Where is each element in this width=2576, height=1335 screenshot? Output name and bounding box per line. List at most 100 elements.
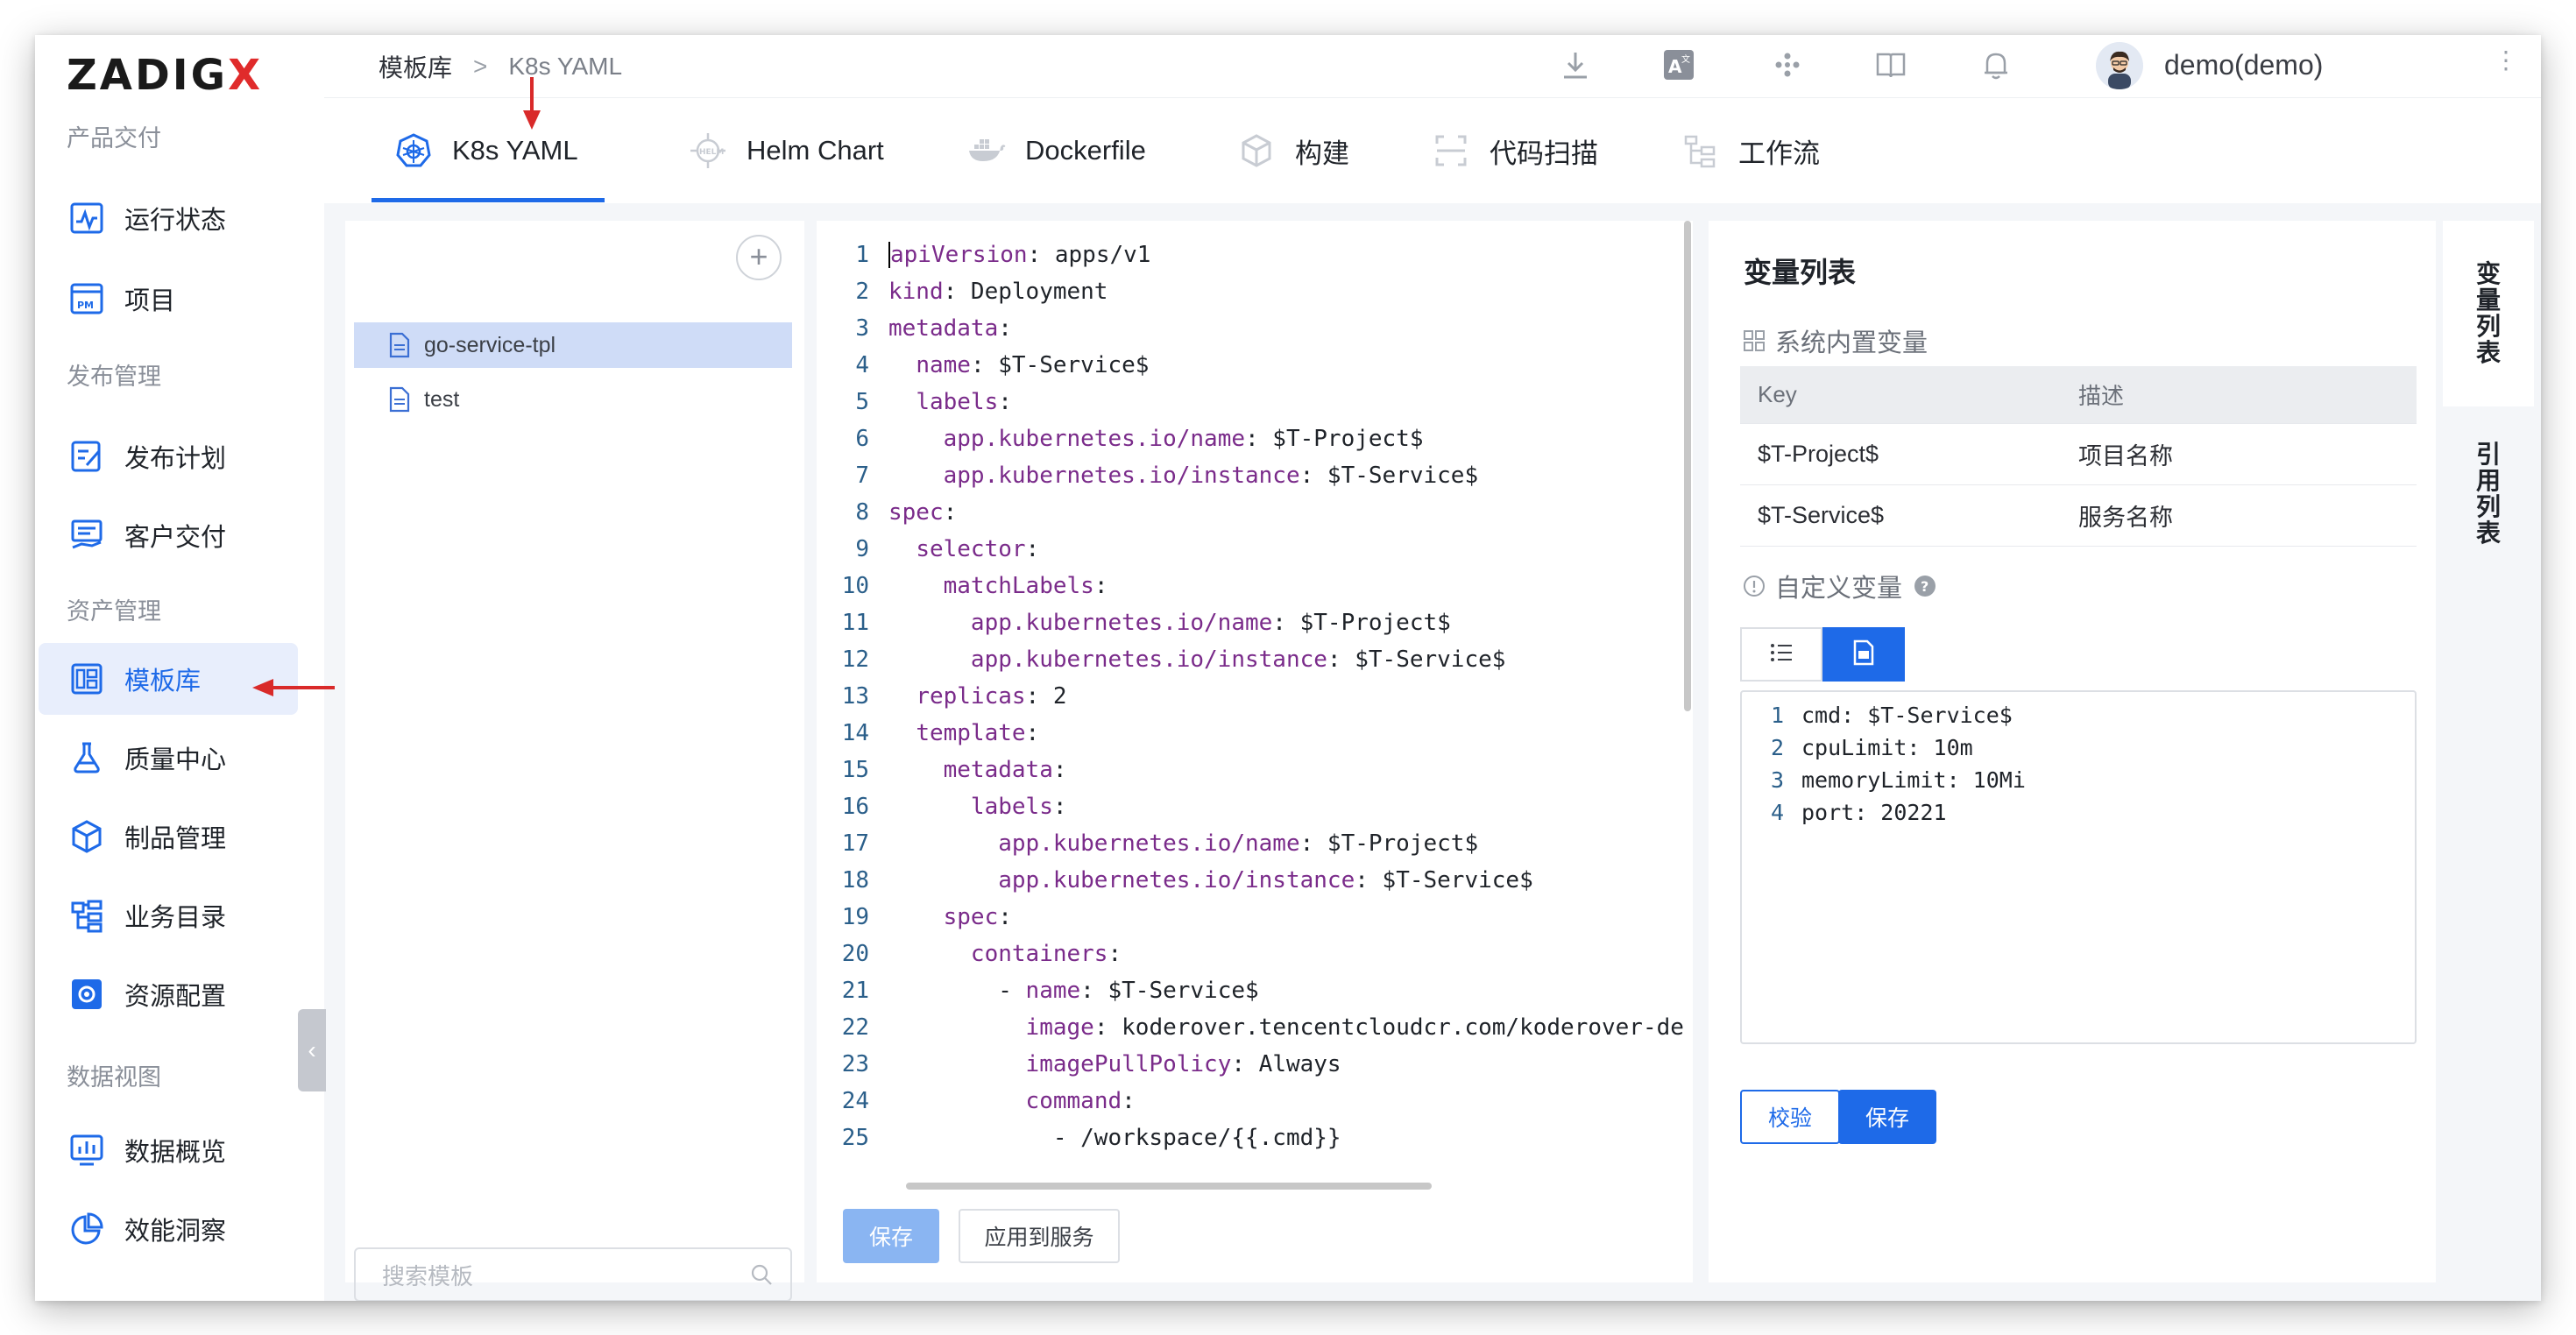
- code-line: 16 labels:: [817, 788, 1693, 825]
- app-window: ZADIGX 产品交付 运行状态 PM 项目 发布管理 发布计划 客户交付 资产…: [35, 35, 2541, 1301]
- document-code-icon: [1851, 639, 1876, 670]
- save-template-button[interactable]: 保存: [843, 1209, 939, 1263]
- tab-build[interactable]: 构建: [1237, 98, 1349, 203]
- code-line: 8 spec:: [817, 494, 1693, 531]
- pulse-chart-icon: [68, 200, 105, 237]
- file-item-test[interactable]: test: [354, 377, 792, 422]
- yaml-editor[interactable]: 1 apiVersion: apps/v1 2 kind: Deployment 3 me…: [817, 221, 1693, 1282]
- code-line: 6 app.kubernetes.io/name: $T-Project$: [817, 420, 1693, 457]
- line-content: template:: [916, 720, 1040, 746]
- custom-variable-line: 3 memoryLimit: 10Mi: [1742, 764, 2026, 796]
- code-line: 1 apiVersion: apps/v1: [817, 237, 1693, 273]
- line-number: 1: [1770, 703, 1784, 728]
- network-icon[interactable]: [1770, 47, 1805, 82]
- line-number: 2: [855, 279, 869, 305]
- tab-workflow[interactable]: 工作流: [1681, 98, 1820, 203]
- sidebar-item-run-status[interactable]: 运行状态: [39, 182, 298, 254]
- line-number: 17: [841, 830, 869, 857]
- translate-icon[interactable]: A文: [1661, 47, 1696, 82]
- sidebar-item-customer-delivery[interactable]: 客户交付: [39, 499, 298, 571]
- save-variables-button[interactable]: 保存: [1838, 1090, 1936, 1144]
- line-number: 20: [841, 941, 869, 967]
- tab-helm-chart[interactable]: HELM Helm Chart: [689, 98, 884, 203]
- username[interactable]: demo(demo): [2164, 49, 2323, 81]
- sidebar-item-artifact-management[interactable]: 制品管理: [39, 801, 298, 872]
- line-number: 2: [1770, 735, 1784, 760]
- template-icon: [68, 660, 105, 697]
- plan-edit-icon: [68, 438, 105, 475]
- avatar[interactable]: [2096, 42, 2143, 89]
- line-content: port: 20221: [1801, 800, 1947, 825]
- file-icon: [389, 332, 412, 358]
- zadig-logo[interactable]: ZADIGX: [67, 47, 263, 103]
- code-line: 17 app.kubernetes.io/name: $T-Project$: [817, 825, 1693, 862]
- flask-icon: [68, 739, 105, 776]
- line-content: app.kubernetes.io/instance: $T-Service$: [943, 463, 1479, 489]
- add-template-button[interactable]: +: [736, 235, 782, 280]
- sidebar-item-project[interactable]: PM 项目: [39, 263, 298, 335]
- file-icon: [389, 386, 412, 413]
- code-line: 7 app.kubernetes.io/instance: $T-Service…: [817, 457, 1693, 494]
- line-content: labels:: [916, 389, 1012, 415]
- validate-button[interactable]: 校验: [1740, 1090, 1840, 1144]
- breadcrumb-template-library[interactable]: 模板库: [379, 49, 452, 84]
- custom-variable-line: 2 cpuLimit: 10m: [1742, 731, 2026, 764]
- apply-to-service-button[interactable]: 应用到服务: [959, 1209, 1120, 1263]
- line-content: cpuLimit: 10m: [1801, 735, 1973, 760]
- line-number: 19: [841, 904, 869, 930]
- book-icon[interactable]: [1873, 47, 1908, 82]
- svg-text:A: A: [1668, 56, 1682, 77]
- line-content: - /workspace/{{.cmd}}: [888, 1125, 1341, 1151]
- line-content: cmd: $T-Service$: [1801, 703, 2013, 728]
- code-line: 21 - name: $T-Service$: [817, 972, 1693, 1009]
- sidebar-group-product-delivery: 产品交付: [67, 125, 161, 152]
- yaml-view-button[interactable]: [1822, 627, 1905, 682]
- sidebar-item-quality-center[interactable]: 质量中心: [39, 722, 298, 794]
- editor-horizontal-scrollbar[interactable]: [906, 1183, 1432, 1190]
- workflow-icon: [1681, 131, 1719, 170]
- line-content: labels:: [970, 794, 1067, 820]
- list-view-button[interactable]: [1740, 627, 1822, 682]
- sidebar-group-release: 发布管理: [67, 364, 161, 390]
- tab-k8s-yaml[interactable]: K8s YAML: [394, 98, 578, 203]
- sidebar-item-resource-config[interactable]: 资源配置: [39, 958, 298, 1030]
- sidebar-item-data-overview[interactable]: 数据概览: [39, 1114, 298, 1186]
- system-variables-section: 系统内置变量: [1742, 322, 1928, 359]
- help-icon[interactable]: ?: [1913, 574, 1937, 598]
- side-tab-reference-list[interactable]: 引用列表: [2443, 406, 2534, 582]
- sidebar-group-data-view: 数据视图: [67, 1064, 161, 1091]
- dashboard-icon: [68, 1132, 105, 1169]
- scan-icon: [1432, 131, 1470, 170]
- line-content: app.kubernetes.io/name: $T-Project$: [998, 830, 1479, 857]
- sidebar-item-efficiency-insight[interactable]: 效能洞察: [39, 1193, 298, 1265]
- search-template-input[interactable]: 搜索模板: [354, 1247, 792, 1301]
- side-tab-variable-list[interactable]: 变量列表: [2443, 221, 2534, 406]
- editor-vertical-scrollbar[interactable]: [1684, 221, 1691, 711]
- line-content: app.kubernetes.io/name: $T-Project$: [970, 610, 1451, 636]
- line-number: 12: [841, 646, 869, 673]
- top-header: 模板库 > K8s YAML A文 demo(demo) ⋮: [324, 35, 2541, 98]
- tab-dockerfile[interactable]: Dockerfile: [967, 98, 1146, 203]
- line-number: 3: [1770, 767, 1784, 793]
- line-content: app.kubernetes.io/name: $T-Project$: [943, 426, 1424, 452]
- line-content: memoryLimit: 10Mi: [1801, 767, 2026, 793]
- search-icon: [750, 1263, 773, 1292]
- more-options-icon[interactable]: ⋮: [2494, 46, 2518, 74]
- line-content: replicas: 2: [916, 683, 1067, 710]
- tab-code-scan[interactable]: 代码扫描: [1432, 98, 1598, 203]
- bell-icon[interactable]: [1978, 47, 2013, 82]
- custom-variables-editor[interactable]: 1 cmd: $T-Service$ 2 cpuLimit: 10m 3 memoryLi…: [1740, 690, 2417, 1044]
- line-content: metadata:: [943, 757, 1067, 783]
- code-line: 25 - /workspace/{{.cmd}}: [817, 1120, 1693, 1156]
- sidebar-collapse-button[interactable]: ‹: [298, 1009, 326, 1091]
- sidebar-item-release-plan[interactable]: 发布计划: [39, 420, 298, 492]
- file-item-go-service-tpl[interactable]: go-service-tpl: [354, 322, 792, 368]
- code-line: 4 name: $T-Service$: [817, 347, 1693, 384]
- package-icon: [68, 818, 105, 855]
- download-icon[interactable]: [1558, 47, 1593, 82]
- line-content: spec:: [943, 904, 1012, 930]
- code-line: 5 labels:: [817, 384, 1693, 420]
- cube-icon: [1237, 131, 1276, 170]
- sidebar-item-business-catalog[interactable]: 业务目录: [39, 879, 298, 951]
- code-line: 24 command:: [817, 1083, 1693, 1120]
